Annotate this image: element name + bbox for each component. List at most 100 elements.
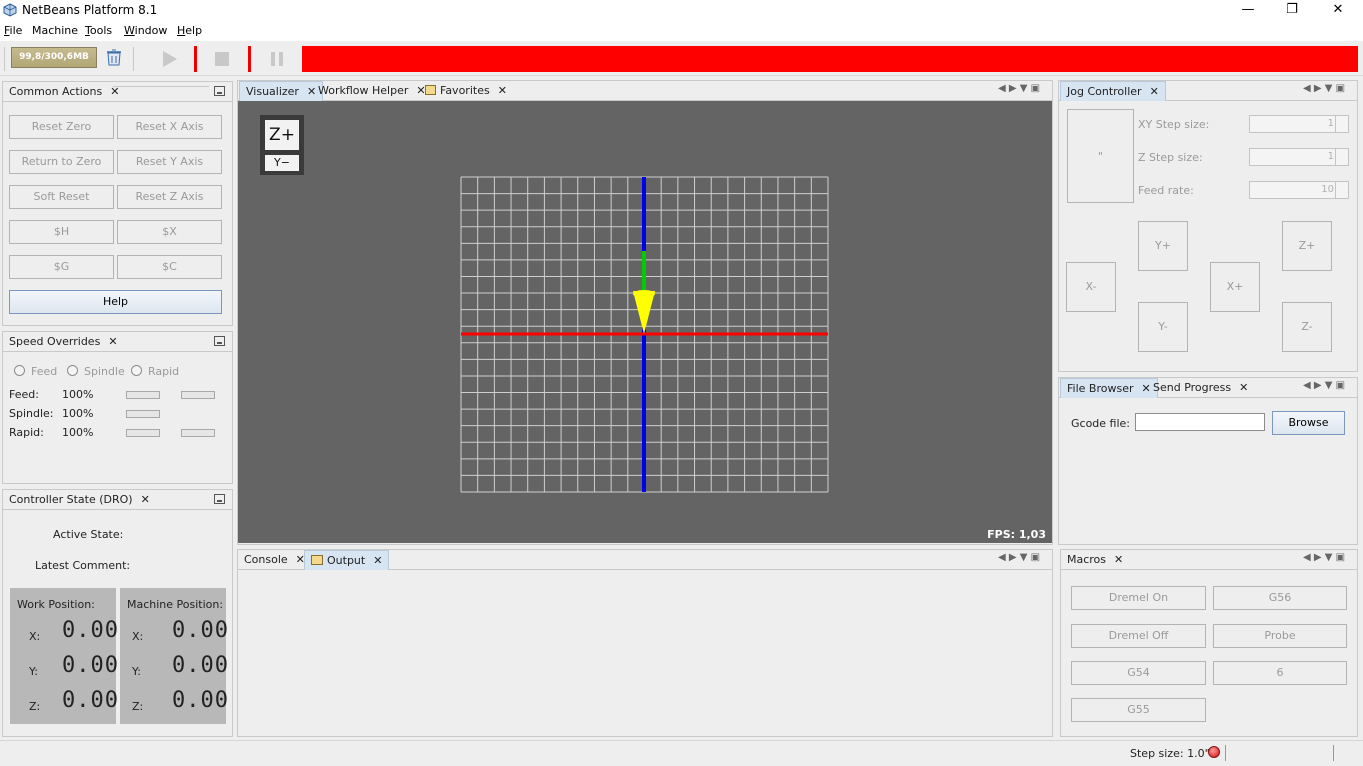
close-tab-icon[interactable]: ✕: [498, 84, 507, 97]
macro-probe-button[interactable]: Probe: [1213, 624, 1347, 648]
tab-jog-controller[interactable]: Jog Controller ✕: [1060, 81, 1166, 101]
close-tab-icon[interactable]: ✕: [1239, 381, 1248, 394]
xy-step-label: XY Step size:: [1138, 118, 1210, 131]
reset-zero-button[interactable]: Reset Zero: [9, 115, 114, 139]
stop-icon[interactable]: [208, 48, 236, 70]
soft-reset-button[interactable]: Soft Reset: [9, 185, 114, 209]
toolbar-separator: [133, 47, 134, 71]
tab-filler: [113, 86, 209, 98]
close-window-button[interactable]: ✕: [1315, 0, 1361, 22]
browse-button[interactable]: Browse: [1272, 411, 1345, 435]
play-icon[interactable]: [156, 48, 184, 70]
rapid-radio[interactable]: [131, 365, 142, 376]
macro-dremel-off-button[interactable]: Dremel Off: [1071, 624, 1206, 648]
macro-g56-button[interactable]: G56: [1213, 586, 1347, 610]
z-step-spinner[interactable]: 1: [1249, 148, 1349, 166]
tab-speed-overrides[interactable]: Speed Overrides ✕: [3, 332, 124, 352]
gcode-state-g-button[interactable]: $G: [9, 255, 114, 279]
macro-g55-button[interactable]: G55: [1071, 698, 1206, 722]
tab-send-progress[interactable]: Send Progress ✕: [1147, 378, 1254, 398]
console-panel: Console ✕ Output ✕ ◀ ▶ ▼ ▣: [237, 549, 1053, 737]
minimize-window-button[interactable]: —: [1225, 0, 1271, 22]
menu-file[interactable]: File: [4, 24, 22, 37]
reset-x-axis-button[interactable]: Reset X Axis: [117, 115, 222, 139]
dro-panel: Controller State (DRO) ✕ Active State: La…: [2, 489, 233, 737]
help-button[interactable]: Help: [9, 290, 222, 314]
check-mode-c-button[interactable]: $C: [117, 255, 222, 279]
macro-6-button[interactable]: 6: [1213, 661, 1347, 685]
reset-z-axis-button[interactable]: Reset Z Axis: [117, 185, 222, 209]
tab-scroll-arrows-icon[interactable]: ◀ ▶ ▼ ▣: [1303, 552, 1345, 563]
macros-tabbar: Macros ✕ ◀ ▶ ▼ ▣: [1061, 550, 1357, 570]
feed-radio[interactable]: [14, 365, 25, 376]
feed-decrease-button[interactable]: [126, 391, 160, 399]
xy-step-spinner[interactable]: 1: [1249, 115, 1349, 133]
maximize-window-button[interactable]: ❐: [1269, 0, 1315, 22]
tab-console[interactable]: Console ✕: [238, 550, 311, 570]
memory-indicator[interactable]: 99,8/300,6MB: [11, 47, 97, 68]
visualizer-canvas[interactable]: Z+ Y− FPS: 1,03: [238, 101, 1052, 543]
minimize-panel-icon[interactable]: [214, 494, 225, 504]
feed-increase-button[interactable]: [181, 391, 215, 399]
feed-label: Feed:: [9, 388, 39, 401]
jog-tabbar: Jog Controller ✕ ◀ ▶ ▼ ▣: [1059, 81, 1357, 101]
close-tab-icon[interactable]: ✕: [1114, 553, 1123, 566]
jog-z-minus-button[interactable]: Z-: [1282, 302, 1332, 352]
title-bar: NetBeans Platform 8.1 — ❐ ✕: [0, 0, 1363, 22]
tab-output[interactable]: Output ✕: [304, 550, 390, 570]
spindle-radio[interactable]: [67, 365, 78, 376]
tab-label: Common Actions: [9, 85, 103, 98]
netbeans-app-icon: [3, 3, 17, 17]
tab-label: Speed Overrides: [9, 335, 101, 348]
macro-g54-button[interactable]: G54: [1071, 661, 1206, 685]
spindle-radio-label: Spindle: [84, 365, 125, 378]
rapid-label: Rapid:: [9, 426, 44, 439]
close-tab-icon[interactable]: ✕: [373, 554, 382, 567]
machine-y-value: 0.00: [172, 653, 229, 678]
tab-favorites[interactable]: Favorites ✕: [419, 81, 513, 101]
tab-file-browser[interactable]: File Browser ✕: [1060, 378, 1158, 398]
jog-y-plus-button[interactable]: Y+: [1138, 221, 1188, 271]
output-area[interactable]: [239, 571, 1051, 735]
jog-x-plus-button[interactable]: X+: [1210, 262, 1260, 312]
close-tab-icon[interactable]: ✕: [1150, 85, 1159, 98]
pause-icon[interactable]: [263, 48, 291, 70]
minimize-panel-icon[interactable]: [214, 336, 225, 346]
jog-z-plus-button[interactable]: Z+: [1282, 221, 1332, 271]
macro-dremel-on-button[interactable]: Dremel On: [1071, 586, 1206, 610]
jog-y-minus-button[interactable]: Y-: [1138, 302, 1188, 352]
gcode-file-input[interactable]: [1135, 413, 1265, 431]
tab-scroll-arrows-icon[interactable]: ◀ ▶ ▼ ▣: [998, 83, 1040, 94]
minimize-panel-icon[interactable]: [214, 86, 225, 96]
tab-visualizer[interactable]: Visualizer ✕: [239, 81, 324, 101]
tab-workflow-helper[interactable]: Workflow Helper ✕: [312, 81, 432, 101]
close-tab-icon[interactable]: ✕: [108, 335, 117, 348]
tab-controller-state[interactable]: Controller State (DRO) ✕: [3, 490, 156, 510]
tab-common-actions[interactable]: Common Actions ✕: [3, 82, 125, 102]
jog-preview-button[interactable]: ": [1067, 109, 1134, 203]
rapid-value: 100%: [62, 426, 94, 439]
menu-help[interactable]: Help: [177, 24, 202, 37]
menu-window[interactable]: Window: [124, 24, 167, 37]
spindle-decrease-button[interactable]: [126, 410, 160, 418]
menu-machine[interactable]: Machine: [32, 24, 78, 37]
tab-scroll-arrows-icon[interactable]: ◀ ▶ ▼ ▣: [1303, 83, 1345, 94]
tab-label: Output: [327, 554, 366, 567]
garbage-collect-icon[interactable]: [104, 48, 124, 67]
return-to-zero-button[interactable]: Return to Zero: [9, 150, 114, 174]
rapid-increase-button[interactable]: [181, 429, 215, 437]
rapid-decrease-button[interactable]: [126, 429, 160, 437]
toolbar: 99,8/300,6MB: [0, 42, 1363, 76]
unlock-x-button[interactable]: $X: [117, 220, 222, 244]
jog-x-minus-button[interactable]: X-: [1066, 262, 1116, 312]
reset-y-axis-button[interactable]: Reset Y Axis: [117, 150, 222, 174]
work-y-label: Y:: [29, 665, 38, 678]
close-tab-icon[interactable]: ✕: [141, 493, 150, 506]
menu-tools[interactable]: Tools: [85, 24, 112, 37]
notification-error-icon[interactable]: [1208, 746, 1220, 758]
tab-scroll-arrows-icon[interactable]: ◀ ▶ ▼ ▣: [998, 552, 1040, 563]
tab-macros[interactable]: Macros ✕: [1061, 550, 1129, 570]
tab-scroll-arrows-icon[interactable]: ◀ ▶ ▼ ▣: [1303, 380, 1345, 391]
feed-rate-spinner[interactable]: 10: [1249, 181, 1349, 199]
home-h-button[interactable]: $H: [9, 220, 114, 244]
